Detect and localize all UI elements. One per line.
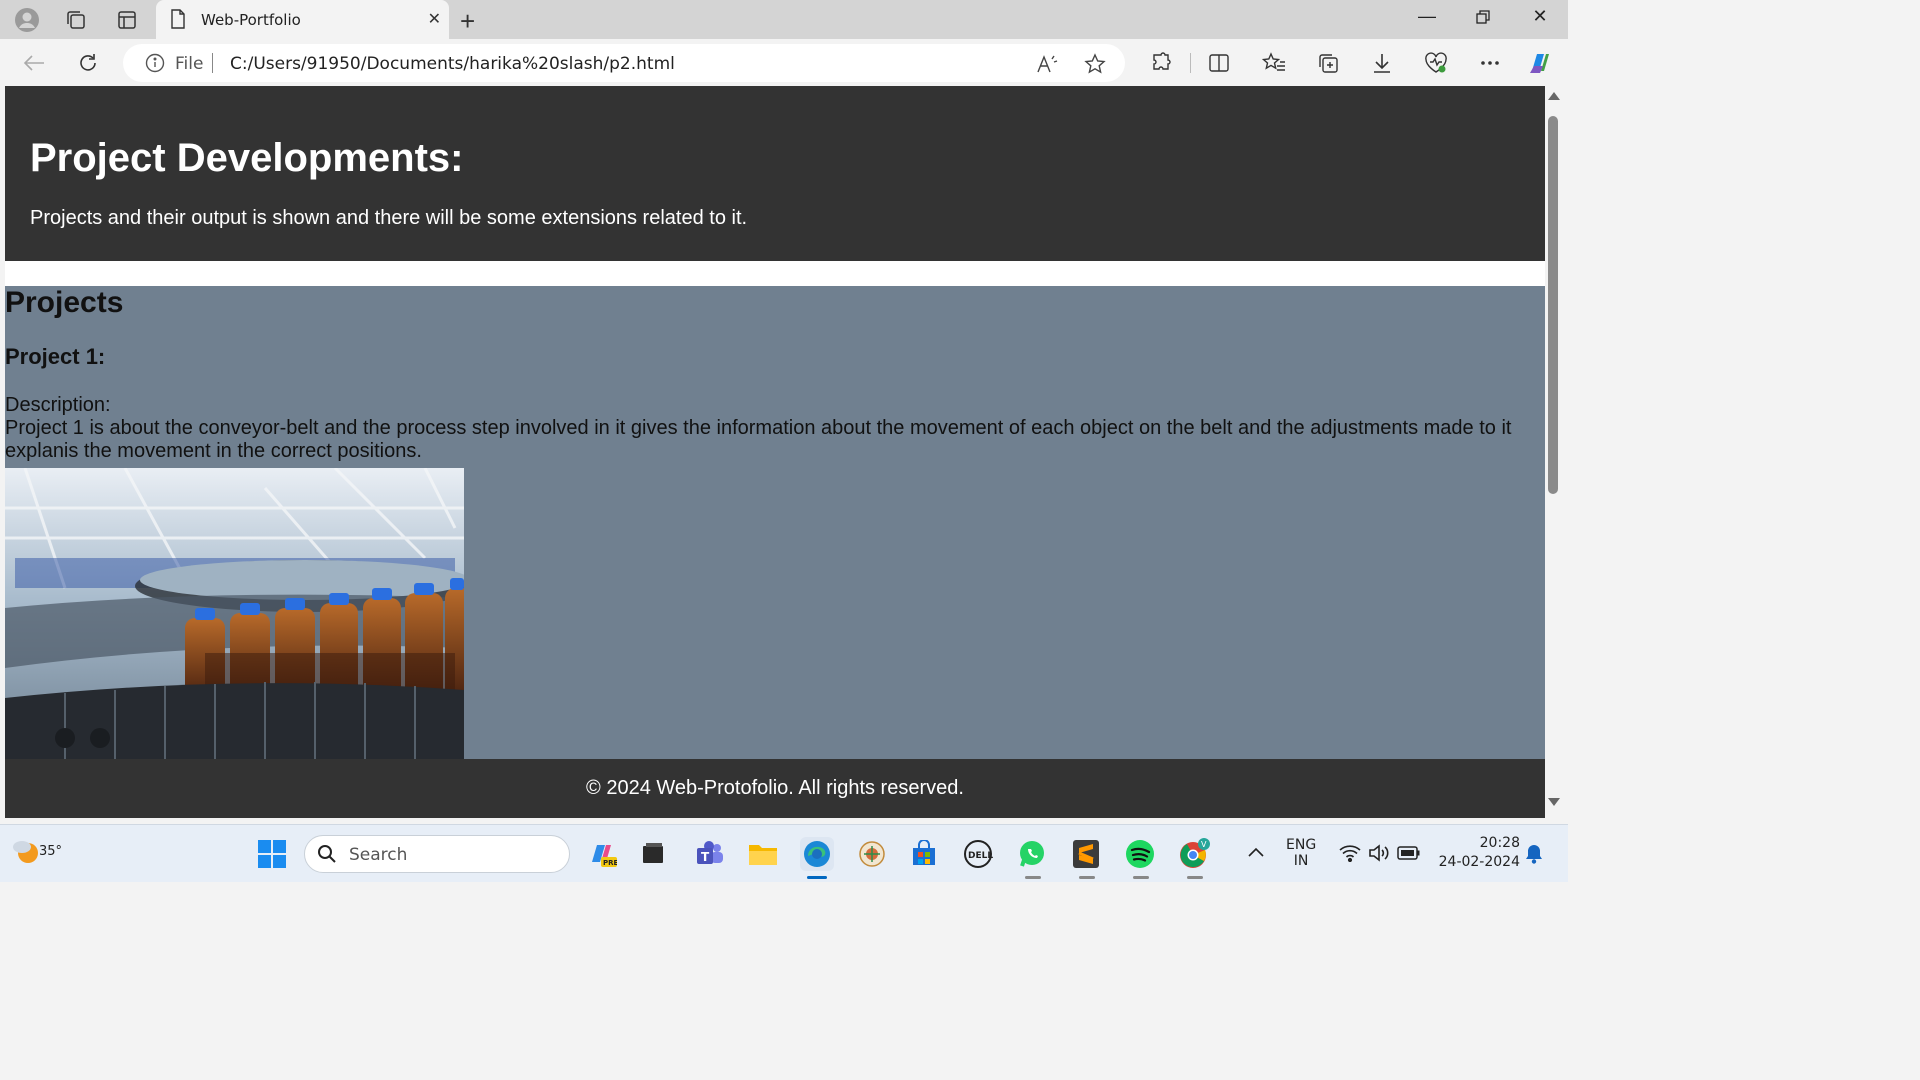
sublime-running-indicator (1079, 876, 1095, 879)
svg-text:V: V (1201, 840, 1207, 849)
tab-title: Web-Portfolio (201, 11, 301, 29)
page-footer: © 2024 Web-Protofolio. All rights reserv… (5, 759, 1545, 818)
conveyor-belt-image (5, 468, 464, 759)
page-subtitle: Projects and their output is shown and t… (30, 207, 748, 229)
page-viewport: Project Developments: Projects and their… (5, 86, 1545, 818)
project-title: Project 1: (5, 344, 106, 369)
show-hidden-icons-chevron-up-icon[interactable] (1247, 845, 1265, 863)
svg-text:T: T (701, 850, 710, 864)
windows-logo-icon (258, 840, 286, 868)
chrome-app-icon[interactable]: V (1177, 837, 1211, 871)
file-explorer-app-icon[interactable] (746, 837, 780, 871)
microsoft-store-app-icon[interactable] (907, 837, 941, 871)
copilot-pre-app-icon[interactable]: PRE (585, 837, 619, 871)
battery-icon[interactable] (1397, 846, 1421, 865)
spotify-running-indicator (1133, 876, 1149, 879)
svg-text:PRE: PRE (603, 859, 617, 867)
scroll-down-arrow-icon[interactable] (1548, 798, 1560, 806)
language-code: ENG (1286, 837, 1317, 853)
search-icon (317, 844, 337, 869)
language-indicator[interactable]: ENG IN (1286, 837, 1316, 869)
hero-header: Project Developments: Projects and their… (5, 86, 1545, 261)
sublime-text-app-icon[interactable] (1069, 837, 1103, 871)
split-screen-icon[interactable] (1205, 49, 1233, 77)
projects-heading: Projects (5, 286, 124, 319)
tab-bar: Web-Portfolio ✕ + — ✕ (0, 0, 1568, 39)
read-aloud-icon[interactable] (1035, 52, 1059, 76)
footer-copyright: © 2024 Web-Protofolio. All rights reserv… (586, 777, 964, 799)
volume-icon[interactable] (1368, 844, 1390, 867)
svg-text:DELL: DELL (968, 851, 993, 861)
language-region: IN (1293, 853, 1309, 869)
windows-taskbar: 35° Search PRE T DELL V ENG IN 20:28 24-… (0, 824, 1568, 882)
wifi-icon[interactable] (1339, 844, 1361, 867)
weather-widget[interactable]: 35° (12, 835, 62, 872)
workspaces-icon[interactable] (62, 6, 90, 34)
scroll-up-arrow-icon[interactable] (1548, 92, 1560, 100)
notifications-bell-icon[interactable] (1525, 844, 1543, 869)
copilot-icon[interactable] (1526, 49, 1554, 77)
url-text[interactable]: C:/Users/91950/Documents/harika%20slash/… (230, 54, 675, 74)
edge-app-icon[interactable] (800, 837, 834, 871)
close-window-icon[interactable]: ✕ (1520, 6, 1560, 27)
project-description: Project 1 is about the conveyor-belt and… (5, 417, 1512, 462)
page-title: Project Developments: (30, 136, 464, 180)
clock-date: 24-02-2024 (1438, 854, 1520, 870)
extensions-icon[interactable] (1147, 49, 1175, 77)
browser-toolbar: File C:/Users/91950/Documents/harika%20s… (0, 39, 1568, 86)
address-bar[interactable]: File C:/Users/91950/Documents/harika%20s… (123, 44, 1125, 82)
description-label: Description: (5, 394, 111, 416)
restore-icon[interactable] (1463, 8, 1503, 29)
whatsapp-running-indicator (1025, 876, 1041, 879)
downloads-icon[interactable] (1368, 49, 1396, 77)
toolbar-divider (1190, 53, 1191, 73)
scrollbar-thumb[interactable] (1548, 116, 1558, 494)
chrome-running-indicator (1187, 876, 1203, 879)
emblem-app-icon[interactable] (855, 837, 889, 871)
favorite-star-icon[interactable] (1083, 52, 1107, 76)
document-icon (170, 9, 186, 34)
projects-section: Projects Project 1: Description: Project… (5, 286, 1545, 759)
whatsapp-app-icon[interactable] (1015, 837, 1049, 871)
more-options-icon[interactable] (1476, 49, 1504, 77)
spotify-app-icon[interactable] (1123, 837, 1157, 871)
edge-active-indicator (807, 876, 827, 879)
weather-temperature: 35° (39, 844, 63, 859)
vertical-tabs-icon[interactable] (113, 6, 141, 34)
clock-time: 20:28 (1479, 835, 1520, 851)
active-tab[interactable]: Web-Portfolio ✕ (156, 0, 449, 39)
url-scheme-label: File (175, 54, 204, 74)
start-button[interactable] (258, 840, 286, 873)
search-label: Search (349, 845, 408, 865)
teams-app-icon[interactable]: T (693, 837, 727, 871)
site-info-icon[interactable] (145, 53, 165, 78)
back-icon[interactable] (20, 49, 48, 77)
collections-icon[interactable] (1314, 49, 1342, 77)
minimize-icon[interactable]: — (1407, 6, 1447, 27)
refresh-icon[interactable] (74, 49, 102, 77)
page-scrollbar[interactable] (1545, 86, 1563, 818)
new-tab-icon[interactable]: + (460, 6, 475, 37)
close-tab-icon[interactable]: ✕ (428, 9, 441, 29)
profile-icon[interactable] (13, 6, 41, 34)
dell-app-icon[interactable]: DELL (961, 837, 995, 871)
file-explorer-dark-app-icon[interactable] (636, 837, 670, 871)
browser-essentials-icon[interactable] (1422, 49, 1450, 77)
clock[interactable]: 20:28 24-02-2024 (1436, 835, 1520, 870)
taskbar-search[interactable]: Search (304, 835, 570, 873)
omnibox-divider (212, 53, 213, 73)
favorites-icon[interactable] (1260, 49, 1288, 77)
